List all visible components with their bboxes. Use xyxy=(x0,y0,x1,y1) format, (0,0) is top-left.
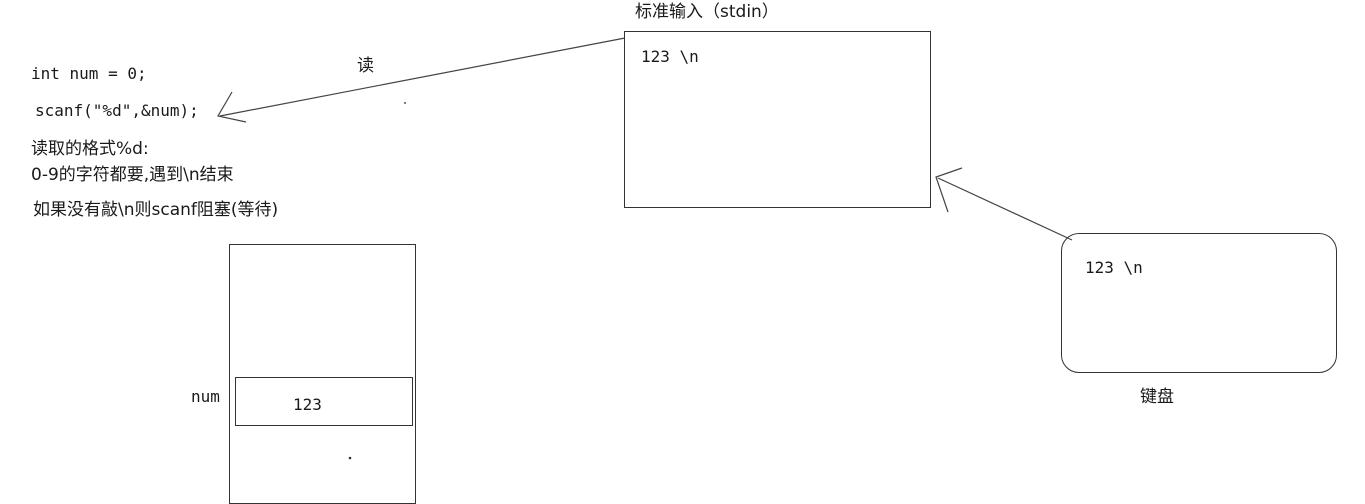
read-label: 读 xyxy=(357,56,374,76)
num-value: 123 xyxy=(293,395,322,414)
code-line-declaration: int num = 0; xyxy=(31,64,147,83)
dot-mark xyxy=(404,102,406,104)
num-variable-cell: 123 xyxy=(235,377,413,426)
stdin-buffer-box: 123 \n xyxy=(624,31,931,208)
num-label: num xyxy=(191,387,220,406)
input-arrowhead xyxy=(935,167,963,213)
keyboard-content: 123 \n xyxy=(1085,258,1143,277)
keyboard-label: 键盘 xyxy=(1140,387,1174,407)
memory-column xyxy=(229,244,416,504)
note-format: 读取的格式%d: xyxy=(31,139,149,159)
stdin-buffer-content: 123 \n xyxy=(641,47,699,66)
note-digits: 0-9的字符都要,遇到\n结束 xyxy=(31,165,234,185)
read-arrowhead xyxy=(217,91,247,123)
read-arrow-line xyxy=(219,37,626,117)
input-arrow-line xyxy=(937,177,1073,241)
code-line-scanf: scanf("%d",&num); xyxy=(35,101,199,120)
note-blocking: 如果没有敲\n则scanf阻塞(等待) xyxy=(33,200,279,220)
keyboard-box: 123 \n xyxy=(1061,233,1337,373)
stdin-title: 标准输入（stdin） xyxy=(635,2,779,22)
